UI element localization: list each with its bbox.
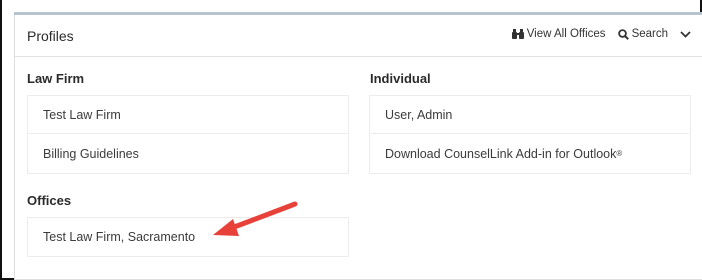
collapse-toggle[interactable] (680, 30, 691, 38)
law-firm-item-test-law-firm[interactable]: Test Law Firm (29, 96, 347, 134)
offices-card: Test Law Firm, Sacramento (27, 217, 349, 257)
profiles-panel: Profiles View All Offices Search Law Fir… (14, 15, 702, 280)
individual-item-download-addin[interactable]: Download CounselLink Add-in for Outlook ® (371, 135, 689, 173)
law-firm-item-billing-guidelines[interactable]: Billing Guidelines (29, 135, 347, 173)
panel-header: Profiles View All Offices Search (15, 15, 702, 57)
individual-section-title: Individual (370, 71, 431, 86)
view-all-offices-link[interactable]: View All Offices (511, 28, 606, 40)
header-actions: View All Offices Search (511, 28, 691, 40)
panel-title: Profiles (27, 28, 74, 44)
search-button[interactable]: Search (617, 28, 668, 40)
law-firm-item-label: Billing Guidelines (43, 147, 139, 161)
individual-item-label: Download CounselLink Add-in for Outlook (385, 147, 617, 161)
law-firm-section-title: Law Firm (27, 71, 85, 86)
law-firm-item-label: Test Law Firm (43, 107, 121, 122)
individual-item-label: User, Admin (385, 107, 453, 122)
binoculars-icon (511, 29, 524, 39)
search-label: Search (631, 28, 668, 40)
individual-card: User, Admin Download CounselLink Add-in … (369, 95, 691, 174)
offices-item-label: Test Law Firm, Sacramento (43, 230, 196, 244)
chevron-down-icon (680, 30, 691, 38)
search-icon (617, 28, 629, 40)
law-firm-card: Test Law Firm Billing Guidelines (27, 95, 349, 174)
individual-item-user-admin[interactable]: User, Admin (371, 96, 689, 134)
offices-section-title: Offices (27, 193, 72, 208)
offices-item-sacramento[interactable]: Test Law Firm, Sacramento (29, 218, 347, 256)
view-all-offices-label: View All Offices (526, 28, 606, 40)
profiles-window: Profiles View All Offices Search Law Fir… (0, 0, 702, 280)
